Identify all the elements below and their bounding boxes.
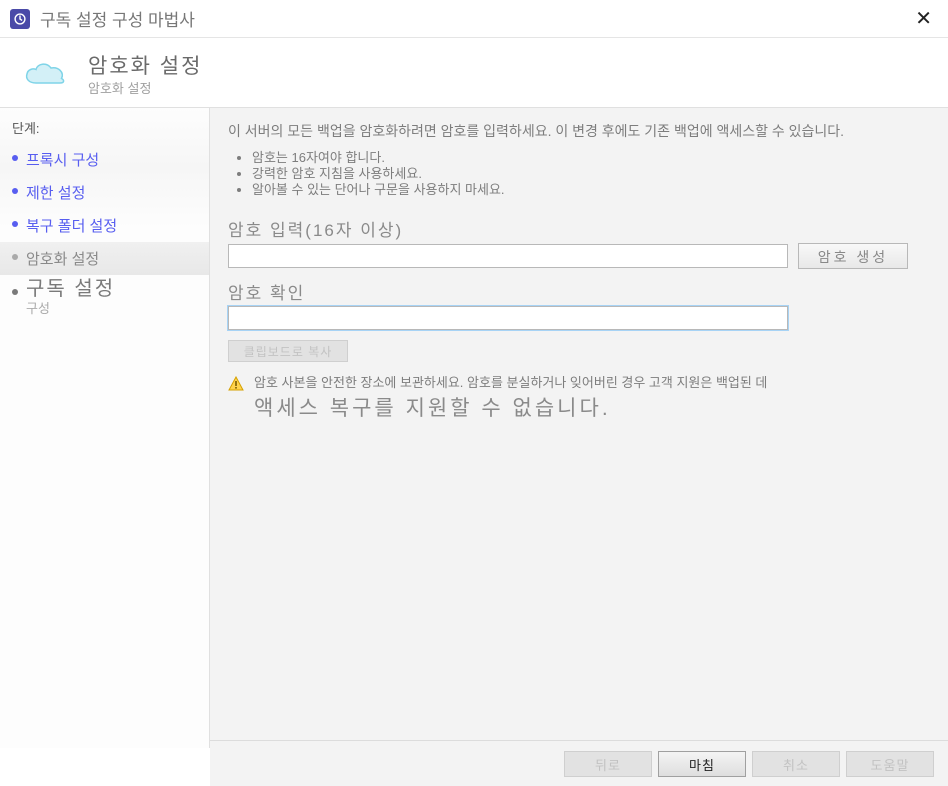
window-title: 구독 설정 구성 마법사	[40, 6, 909, 31]
page-subtitle: 암호화 설정	[88, 78, 202, 97]
steps-label: 단계:	[0, 112, 209, 143]
tip-item: 알아볼 수 있는 단어나 구문을 사용하지 마세요.	[252, 182, 930, 199]
warning-row: 암호 사본을 안전한 장소에 보관하세요. 암호를 분실하거나 잊어버린 경우 …	[228, 374, 930, 424]
app-icon	[10, 9, 30, 29]
tip-item: 강력한 암호 지침을 사용하세요.	[252, 166, 930, 183]
step-label: 제한 설정	[26, 185, 85, 202]
generate-password-button[interactable]: 암호 생성	[798, 243, 908, 269]
password-tips-list: 암호는 16자여야 합니다. 강력한 암호 지침을 사용하세요. 알아볼 수 있…	[252, 150, 930, 199]
password-input[interactable]	[228, 244, 788, 268]
step-encryption[interactable]: 암호화 설정	[0, 242, 209, 275]
titlebar: 구독 설정 구성 마법사 ✕	[0, 0, 948, 38]
tip-item: 암호는 16자여야 합니다.	[252, 150, 930, 167]
wizard-footer: 뒤로 마침 취소 도움말	[210, 740, 948, 786]
wizard-header: 암호화 설정 암호화 설정	[0, 38, 948, 108]
password-enter-label: 암호 입력(16자 이상)	[228, 216, 930, 241]
step-label: 프록시 구성	[26, 152, 99, 169]
finish-button[interactable]: 마침	[658, 751, 746, 777]
close-icon[interactable]: ✕	[909, 6, 938, 31]
step-proxy[interactable]: 프록시 구성	[0, 143, 209, 176]
step-label: 복구 폴더 설정	[26, 218, 117, 235]
step-recovery-folder[interactable]: 복구 폴더 설정	[0, 209, 209, 242]
help-button[interactable]: 도움말	[846, 751, 934, 777]
step-label: 암호화 설정	[26, 251, 99, 268]
step-subscription[interactable]: 구독 설정	[0, 275, 209, 302]
password-confirm-input[interactable]	[228, 306, 788, 330]
warning-emphasis: 액세스 복구를 지원할 수 없습니다.	[254, 394, 767, 423]
step-limit[interactable]: 제한 설정	[0, 176, 209, 209]
wizard-steps-sidebar: 단계: 프록시 구성 제한 설정 복구 폴더 설정 암호화 설정 구독 설정 구…	[0, 108, 210, 748]
main-panel: 이 서버의 모든 백업을 암호화하려면 암호를 입력하세요. 이 변경 후에도 …	[210, 108, 948, 748]
step-label: 구독 설정	[26, 278, 115, 300]
back-button[interactable]: 뒤로	[564, 751, 652, 777]
description-text: 이 서버의 모든 백업을 암호화하려면 암호를 입력하세요. 이 변경 후에도 …	[228, 120, 930, 142]
password-confirm-label: 암호 확인	[228, 279, 930, 304]
cancel-button[interactable]: 취소	[752, 751, 840, 777]
warning-icon	[228, 376, 244, 392]
page-title: 암호화 설정	[88, 50, 202, 80]
cloud-icon	[20, 59, 70, 89]
copy-clipboard-button[interactable]: 클립보드로 복사	[228, 340, 348, 362]
warning-text: 암호 사본을 안전한 장소에 보관하세요. 암호를 분실하거나 잊어버린 경우 …	[254, 374, 767, 392]
